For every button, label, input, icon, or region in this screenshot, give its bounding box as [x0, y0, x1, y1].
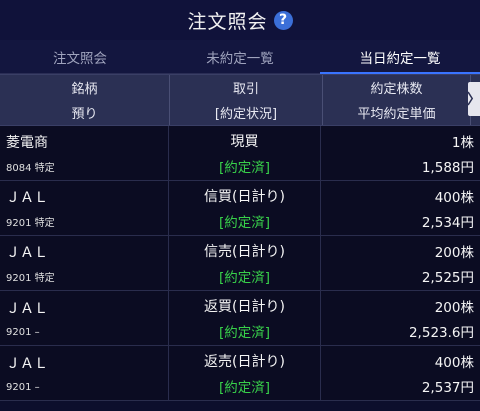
- stock-name: 菱電商: [6, 134, 48, 151]
- stock-name: ＪＡＬ: [6, 355, 48, 372]
- trade-type: 信買(日計り): [204, 188, 285, 205]
- header-status-label: [約定状況]: [214, 107, 278, 122]
- executed-quantity: 400株: [434, 189, 474, 206]
- table-header: 銘柄 預り 取引 [約定状況] 約定株数 平均約定単価 〉: [0, 74, 480, 126]
- trade-type: 返売(日計り): [204, 353, 285, 370]
- executed-quantity: 400株: [434, 354, 474, 371]
- tab-unexecuted-list[interactable]: 未約定一覧: [160, 40, 320, 73]
- stock-name: ＪＡＬ: [6, 244, 48, 261]
- table-row[interactable]: ＪＡＬ 9201 特定 信売(日計り) [約定済] 200株 2,525円: [0, 236, 480, 291]
- page-title: 注文照会: [187, 10, 268, 33]
- average-price: 2,525円: [421, 269, 474, 286]
- header-col-stock: 銘柄 預り: [0, 75, 170, 125]
- table-row[interactable]: ＪＡＬ 9201 – 返買(日計り) [約定済] 200株 2,523.6円: [0, 291, 480, 346]
- executed-quantity: 200株: [434, 299, 474, 316]
- stock-name: ＪＡＬ: [6, 189, 48, 206]
- header-avg-price-label: 平均約定単価: [357, 107, 436, 122]
- header-trade-label: 取引: [232, 82, 259, 97]
- average-price: 2,537円: [421, 379, 474, 396]
- order-inquiry-screen: 注文照会 ? 注文照会 未約定一覧 当日約定一覧 銘柄 預り 取引 [約定状況]…: [0, 0, 480, 411]
- execution-status: [約定済]: [218, 269, 271, 286]
- stock-code: 9201 特定: [6, 273, 55, 285]
- header-col-trade: 取引 [約定状況]: [170, 75, 323, 125]
- average-price: 2,534円: [421, 214, 474, 231]
- average-price: 1,588円: [421, 159, 474, 176]
- title-bar: 注文照会 ?: [0, 0, 480, 40]
- average-price: 2,523.6円: [408, 324, 474, 341]
- execution-status: [約定済]: [218, 214, 271, 231]
- execution-status: [約定済]: [218, 379, 271, 396]
- stock-code: 9201 特定: [6, 218, 55, 230]
- stock-code: 8084 特定: [6, 163, 55, 175]
- trade-type: 返買(日計り): [204, 298, 285, 315]
- scroll-right-icon[interactable]: 〉: [467, 82, 480, 116]
- header-custody-label: 預り: [71, 107, 98, 122]
- tab-bar: 注文照会 未約定一覧 当日約定一覧: [0, 40, 480, 74]
- header-quantity-label: 約定株数: [370, 82, 423, 97]
- tab-order-inquiry[interactable]: 注文照会: [0, 40, 160, 73]
- stock-code: 9201 –: [6, 382, 40, 394]
- execution-status: [約定済]: [218, 159, 271, 176]
- header-col-quantity: 約定株数 平均約定単価: [323, 75, 471, 125]
- stock-name: ＪＡＬ: [6, 300, 48, 317]
- help-icon[interactable]: ?: [273, 10, 293, 30]
- stock-code: 9201 –: [6, 327, 40, 339]
- trade-type: 現買: [230, 133, 259, 150]
- tab-today-executed-list[interactable]: 当日約定一覧: [320, 40, 480, 74]
- execution-status: [約定済]: [218, 324, 271, 341]
- executed-orders-list: 菱電商 8084 特定 現買 [約定済] 1株 1,588円 ＪＡＬ 9201 特定 信…: [0, 126, 480, 401]
- header-stock-label: 銘柄: [71, 82, 98, 97]
- table-row[interactable]: ＪＡＬ 9201 – 返売(日計り) [約定済] 400株 2,537円: [0, 346, 480, 401]
- table-row[interactable]: 菱電商 8084 特定 現買 [約定済] 1株 1,588円: [0, 126, 480, 181]
- executed-quantity: 1株: [451, 134, 474, 151]
- table-row[interactable]: ＪＡＬ 9201 特定 信買(日計り) [約定済] 400株 2,534円: [0, 181, 480, 236]
- trade-type: 信売(日計り): [204, 243, 285, 260]
- executed-quantity: 200株: [434, 244, 474, 261]
